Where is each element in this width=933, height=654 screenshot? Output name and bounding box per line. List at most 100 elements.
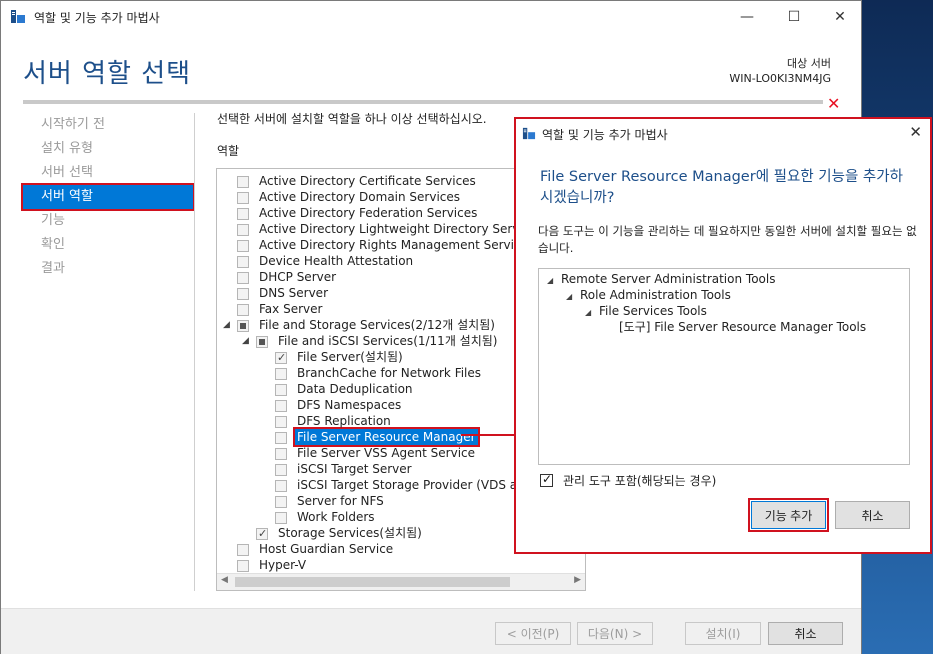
role-checkbox[interactable] [275,400,287,412]
role-label: Host Guardian Service [259,542,394,556]
role-label: Data Deduplication [297,382,413,396]
next-button[interactable]: 다음(N) > [577,622,653,645]
include-tools-checkbox[interactable] [540,472,553,487]
nav-divider [194,113,195,591]
add-features-button[interactable]: 기능 추가 [748,498,829,532]
role-checkbox[interactable] [275,384,287,396]
role-label: Hyper-V [259,558,307,572]
role-label: BranchCache for Network Files [297,366,482,380]
role-label: Work Folders [297,510,375,524]
feature-label: File Services Tools [599,304,707,318]
role-checkbox[interactable] [237,320,249,332]
nav-item[interactable]: 결과 [23,257,193,281]
role-label: iSCSI Target Server [297,462,412,476]
scroll-left-icon[interactable]: ◀ [221,575,228,585]
dialog-cancel-button[interactable]: 취소 [835,501,910,529]
include-tools-option[interactable]: 관리 도구 포함(해당되는 경우) [540,472,716,489]
role-checkbox[interactable] [237,176,249,188]
close-window-button[interactable]: ✕ [817,1,863,32]
role-checkbox[interactable] [256,336,268,348]
dialog-description: 다음 도구는 이 기능을 관리하는 데 필요하지만 동일한 서버에 설치할 필요… [538,224,917,255]
role-checkbox[interactable] [275,512,287,524]
install-button[interactable]: 설치(I) [685,622,761,645]
role-checkbox[interactable] [275,350,287,366]
expander-icon[interactable]: ◢ [242,333,249,349]
instruction-text: 선택한 서버에 설치할 역할을 하나 이상 선택하십시오. [217,112,487,126]
expander-icon[interactable]: ◢ [566,289,580,305]
annotation-connector [461,434,517,436]
feature-item: ◢ Remote Server Administration Tools [547,271,775,287]
nav-item[interactable]: 확인 [23,233,193,257]
role-checkbox[interactable] [275,416,287,428]
nav-item[interactable]: 서버 역할 [21,183,195,211]
page-title: 서버 역할 선택 [23,59,192,89]
role-checkbox[interactable] [237,560,249,572]
role-checkbox[interactable] [237,240,249,252]
role-checkbox[interactable] [275,368,287,380]
role-label: Active Directory Lightweight Directory S… [259,222,543,236]
role-checkbox[interactable] [237,304,249,316]
scroll-right-icon[interactable]: ▶ [574,575,581,585]
error-x-icon[interactable]: ✕ [827,94,840,113]
role-checkbox[interactable] [237,544,249,556]
dialog-close-icon[interactable]: ✕ [909,123,922,141]
role-label: DFS Replication [297,414,391,428]
role-label: File Server Resource Manager [293,427,480,447]
role-label: Active Directory Federation Services [259,206,478,220]
role-label: Fax Server [259,302,323,316]
target-server-name: WIN-LO0KI3NM4JG [729,72,831,85]
role-checkbox[interactable] [237,272,249,284]
role-label: File Server VSS Agent Service [297,446,476,460]
nav-item[interactable]: 설치 유형 [23,137,193,161]
nav-item[interactable]: 서버 선택 [23,161,193,185]
role-checkbox[interactable] [256,526,268,542]
title-bar: 역할 및 기능 추가 마법사 — ☐ ✕ [1,1,861,32]
role-checkbox[interactable] [237,256,249,268]
maximize-button[interactable]: ☐ [771,1,817,32]
expander-icon[interactable]: ◢ [547,273,561,289]
nav-item[interactable]: 시작하기 전 [23,113,193,137]
role-label: Active Directory Certificate Services [259,174,476,188]
nav-item[interactable]: 기능 [23,209,193,233]
server-manager-icon [522,127,536,140]
feature-label: Remote Server Administration Tools [561,272,776,286]
feature-item: ◢ Role Administration Tools [566,287,731,303]
role-label: File Server(설치됨) [297,350,403,364]
role-label: Active Directory Rights Management Servi… [259,238,535,252]
role-checkbox[interactable] [237,288,249,300]
scrollbar-thumb[interactable] [235,577,510,587]
role-checkbox[interactable] [275,432,287,444]
role-label: Server for NFS [297,494,384,508]
role-checkbox[interactable] [237,224,249,236]
previous-button[interactable]: < 이전(P) [495,622,571,645]
minimize-button[interactable]: — [724,1,770,32]
wizard-nav: 시작하기 전 설치 유형 서버 선택 서버 역할 기능 확인 결과 [21,113,195,281]
role-checkbox[interactable] [237,192,249,204]
role-label: File and iSCSI Services(1/11개 설치됨) [278,334,498,348]
role-checkbox[interactable] [275,496,287,508]
add-features-dialog: 역할 및 기능 추가 마법사 ✕ File Server Resource Ma… [514,117,932,554]
horizontal-scrollbar[interactable]: ◀ ▶ [217,573,585,590]
role-row[interactable]: Hyper-V [217,557,585,573]
feature-label: [도구] File Server Resource Manager Tools [619,320,867,334]
target-server-info: 대상 서버 WIN-LO0KI3NM4JG [729,56,831,86]
role-checkbox[interactable] [275,464,287,476]
cancel-button[interactable]: 취소 [768,622,843,645]
server-manager-icon [11,10,25,23]
expander-icon[interactable]: ◢ [585,305,599,321]
wizard-footer: < 이전(P) 다음(N) > 설치(I) 취소 [1,609,861,654]
expander-icon[interactable]: ◢ [223,317,230,333]
feature-label: Role Administration Tools [580,288,731,302]
feature-item: ◢ File Services Tools [585,303,707,319]
required-features-list: ◢ Remote Server Administration Tools ◢ Role… [538,268,910,465]
roles-heading: 역할 [217,144,240,158]
role-label: DNS Server [259,286,328,300]
role-checkbox[interactable] [275,448,287,460]
window-title: 역할 및 기능 추가 마법사 [34,11,160,25]
role-label: DFS Namespaces [297,398,402,412]
target-server-label: 대상 서버 [787,57,831,70]
role-checkbox[interactable] [237,208,249,220]
role-label: File and Storage Services(2/12개 설치됨) [259,318,495,332]
role-checkbox[interactable] [275,480,287,492]
header-divider [23,100,823,104]
